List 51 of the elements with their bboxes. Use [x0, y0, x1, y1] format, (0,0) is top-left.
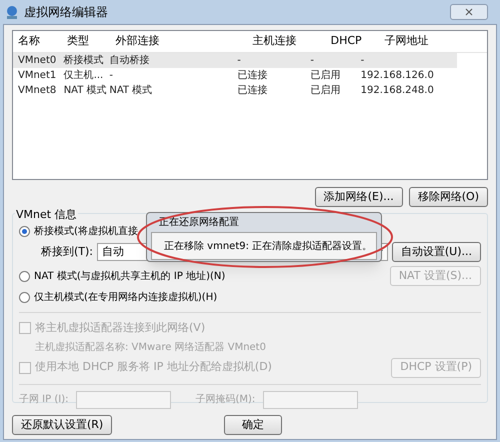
table-cell-text: NAT 模式	[64, 84, 108, 98]
subnet-mask-label: 子网掩码(M):	[195, 393, 256, 407]
subnet-mask-field[interactable]	[263, 390, 358, 408]
column-header[interactable]: 名称	[18, 33, 67, 50]
column-header[interactable]: DHCP	[330, 33, 384, 50]
globe-icon	[4, 4, 20, 20]
table-cell-text: 192.168.126.0	[360, 69, 435, 83]
table-cell-text: 已连接	[237, 68, 268, 83]
column-header[interactable]: 主机连接	[252, 33, 331, 50]
table-cell-text: VMnet8	[18, 84, 58, 98]
checkbox-label: 使用本地 DHCP 服务将 IP 地址分配给虚拟机(D)	[35, 359, 272, 376]
table-cell-text: VMnet1	[18, 69, 58, 83]
radio-button[interactable]	[19, 270, 30, 282]
button[interactable]: 移除网络(O)	[408, 187, 488, 207]
table-row[interactable]: VMnet8 NAT 模式 NAT 模式 已连接 已启用 192.168.248.0	[13, 83, 457, 98]
table-cell-text: 已启用	[310, 84, 342, 98]
table-cell-text: 已启用	[310, 68, 342, 83]
close-button[interactable]	[450, 4, 488, 20]
radio-label: NAT 模式(与虚拟机共享主机的 IP 地址)(N)	[34, 270, 226, 284]
close-icon	[465, 8, 473, 16]
button[interactable]: 自动设置(U)...	[392, 242, 481, 262]
radio-label: 仅主机模式(在专用网络内连接虚拟机)(H)	[34, 290, 218, 305]
subnet-ip-field[interactable]	[76, 390, 172, 408]
subnet-ip-label: 子网 IP (I):	[19, 393, 68, 407]
table-cell-text: -	[360, 54, 366, 68]
table-cell-text: 自动桥接	[109, 54, 150, 68]
radio-button[interactable]	[19, 226, 30, 237]
table-cell-text: 桥接模式	[64, 54, 105, 68]
column-header[interactable]: 类型	[66, 33, 116, 50]
table-cell-text: 仅主机...	[64, 68, 104, 83]
button[interactable]: 确定	[224, 415, 282, 435]
button[interactable]: 添加网络(E)...	[314, 187, 403, 207]
table-cell-text: 192.168.248.0	[360, 84, 435, 98]
button[interactable]: 还原默认设置(R)	[12, 415, 112, 435]
column-header[interactable]: 子网地址	[384, 33, 482, 50]
table-cell-text: -	[310, 54, 315, 68]
radio-label: 桥接模式(将虚拟机直接	[34, 224, 138, 239]
bridge-label: 桥接到(T):	[41, 244, 94, 260]
table-cell-text: VMnet0	[18, 54, 58, 68]
radio-button[interactable]	[19, 292, 30, 303]
table-row[interactable]: VMnet1 仅主机... - 已连接 已启用 192.168.126.0	[13, 68, 457, 83]
dialog-message: 正在移除 vmnet9: 正在清除虚拟适配器设置。	[164, 240, 372, 254]
window-title: 虚拟网络编辑器	[24, 4, 108, 21]
table-cell-text: NAT 模式	[109, 84, 154, 98]
column-header[interactable]: 外部连接	[116, 33, 252, 50]
adapter-name: 主机虚拟适配器名称: VMware 网络适配器 VMnet0	[34, 340, 267, 354]
table-cell-text: -	[237, 54, 242, 68]
table-cell-text: 已连接	[237, 84, 268, 98]
table-cell-text: -	[109, 69, 114, 83]
table-row[interactable]: VMnet0 桥接模式 自动桥接 - - -	[13, 53, 457, 68]
checkbox-label: 将主机虚拟适配器连接到此网络(V)	[35, 320, 206, 336]
